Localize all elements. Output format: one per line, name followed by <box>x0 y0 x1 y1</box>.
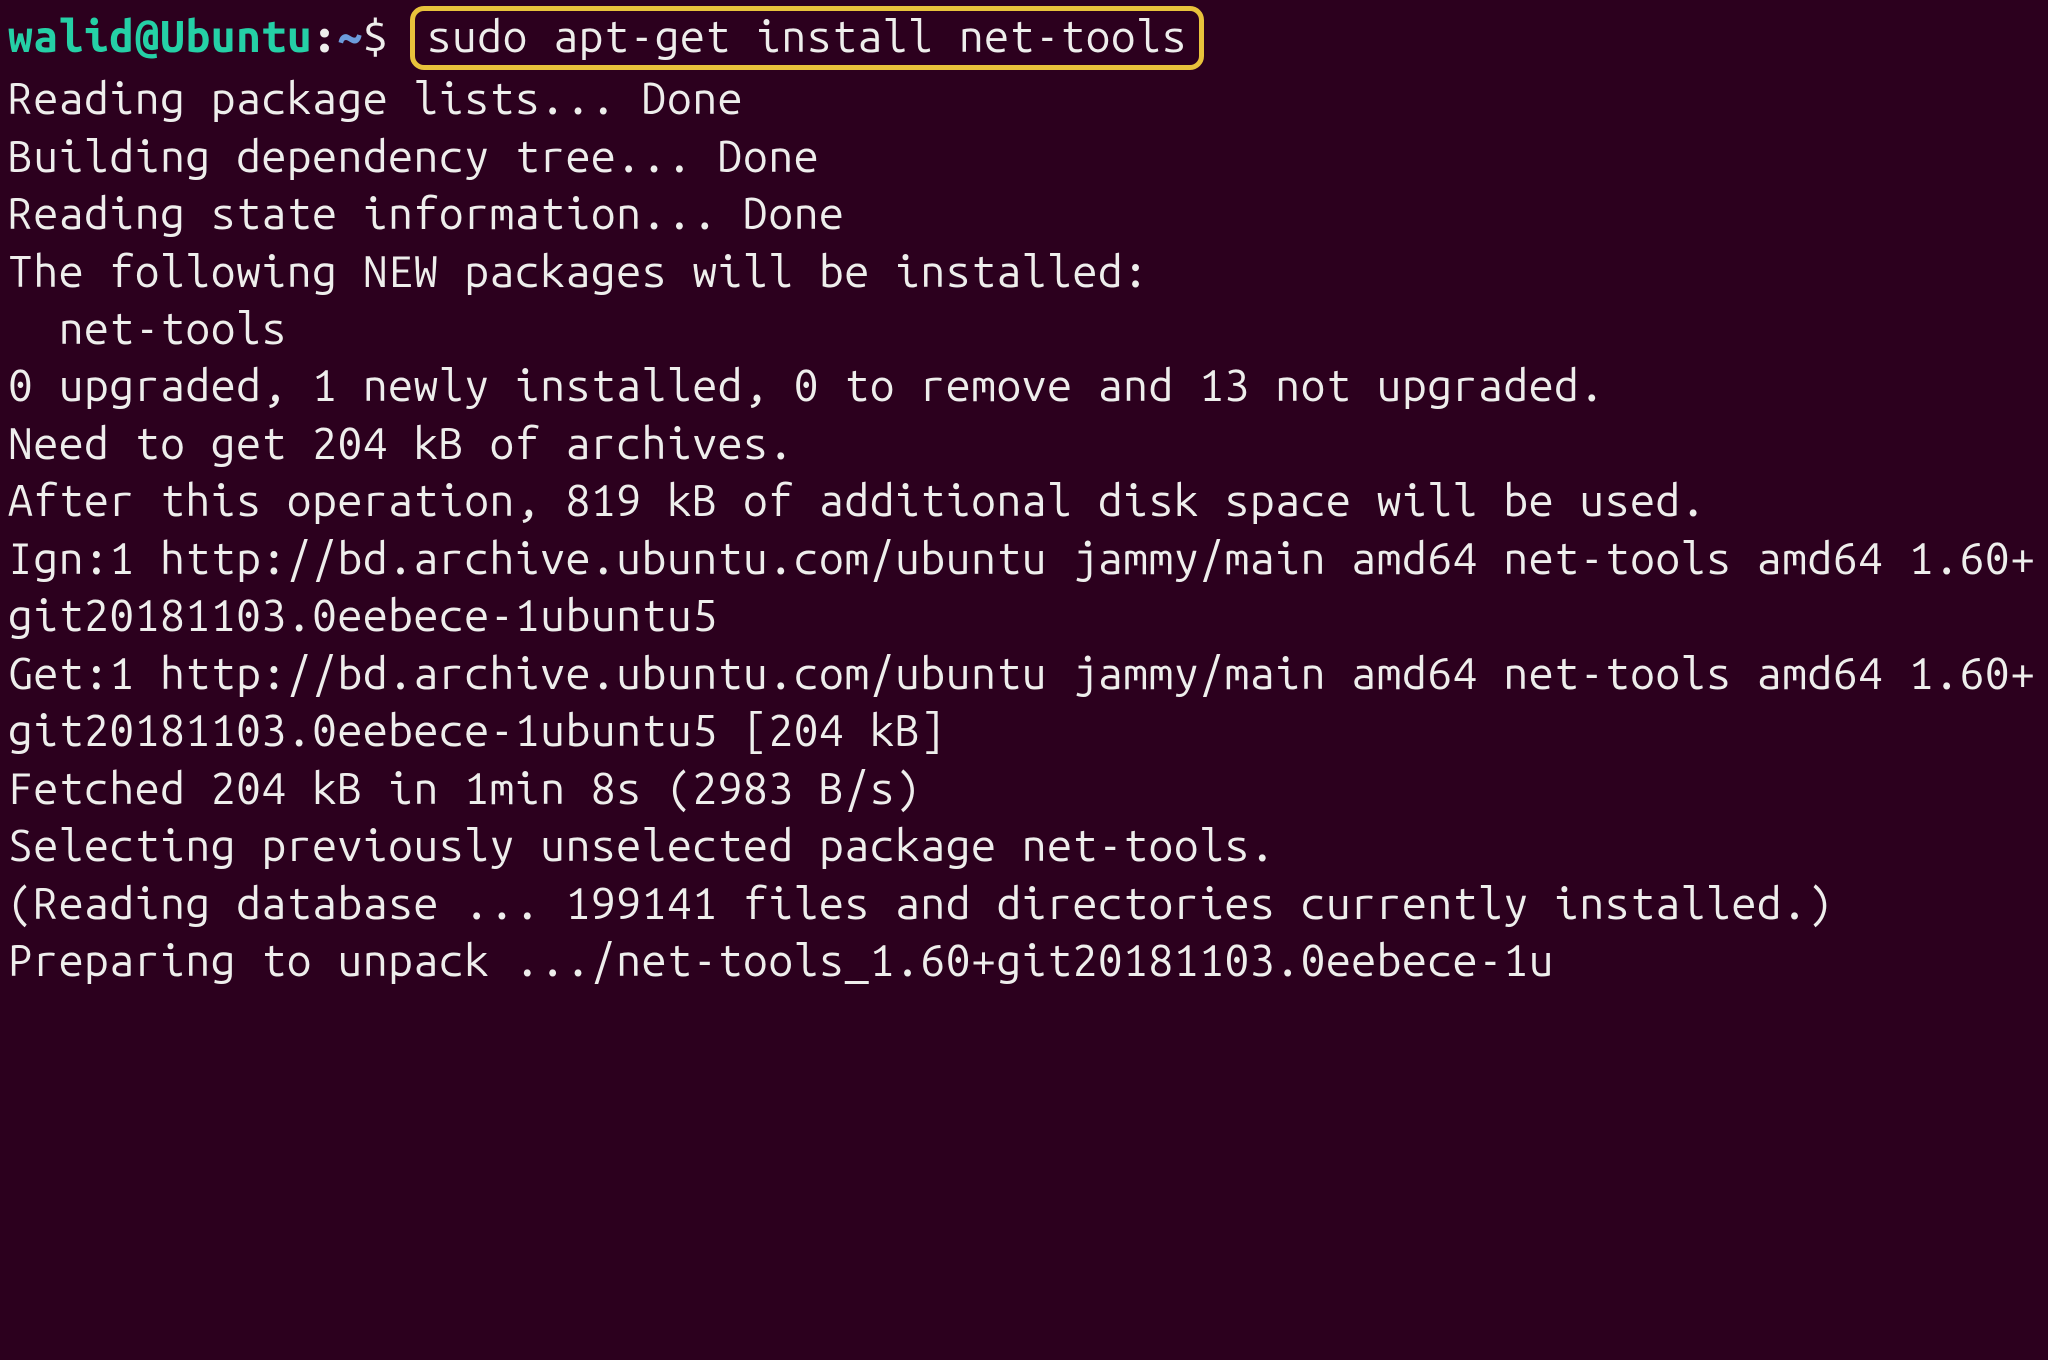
prompt-user: walid <box>8 12 135 61</box>
command-text: sudo apt-get install net-tools <box>427 12 1187 61</box>
command-highlight-box: sudo apt-get install net-tools <box>410 6 1204 70</box>
terminal-output: Reading package lists... Done Building d… <box>8 74 2036 985</box>
prompt-host: Ubuntu <box>160 12 312 61</box>
prompt-at: @ <box>135 12 160 61</box>
prompt-dollar: $ <box>363 12 414 61</box>
prompt-path: ~ <box>338 12 363 61</box>
terminal[interactable]: walid@Ubuntu:~$ sudo apt-get install net… <box>0 0 2048 1360</box>
prompt-colon: : <box>312 12 337 61</box>
